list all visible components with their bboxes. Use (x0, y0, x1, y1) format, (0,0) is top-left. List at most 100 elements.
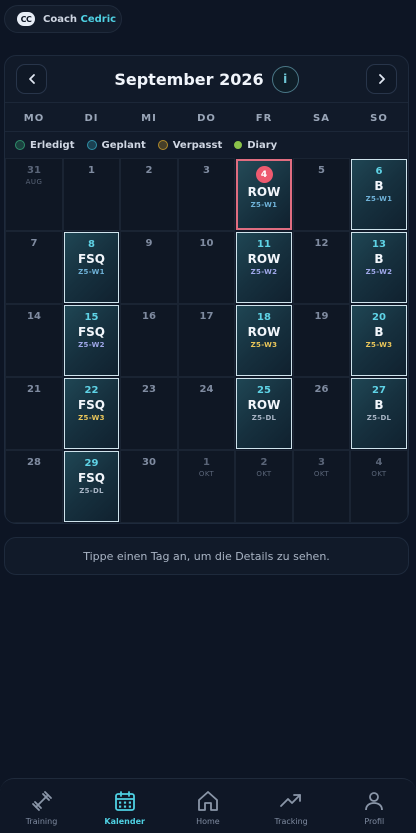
day-number: 6 (375, 166, 383, 177)
day-cell[interactable]: 9 (120, 231, 178, 304)
workout-zone: Z5-DL (251, 414, 277, 423)
day-number: 7 (30, 238, 38, 249)
day-cell[interactable]: 4 ROW Z5-W1 (236, 159, 292, 230)
day-number: 3 (203, 165, 210, 176)
info-button[interactable]: i (271, 65, 299, 93)
calendar-card: September 2026 i MO DI MI DO FR SA SO Erledigt… (4, 55, 409, 524)
user-icon (362, 789, 386, 813)
day-cell[interactable]: 11 ROW Z5-W2 (236, 232, 292, 303)
workout-name: ROW (247, 185, 281, 199)
workout-name: FSQ (77, 471, 106, 485)
nav-tab-label: Home (196, 817, 220, 826)
day-cell[interactable]: 21 (5, 377, 63, 450)
day-cell[interactable]: 28 (5, 450, 63, 523)
nav-tab-tracking[interactable]: Tracking (250, 779, 333, 833)
legend-label: Erledigt (30, 139, 75, 151)
day-cell[interactable]: 6 B Z5-W1 (351, 159, 407, 230)
workout-name: B (374, 325, 384, 339)
calendar-header: September 2026 i (5, 56, 408, 102)
day-cell[interactable]: 1 (63, 158, 120, 231)
day-cell[interactable]: 12 (293, 231, 350, 304)
legend-dot-icon (234, 141, 243, 149)
day-cell[interactable]: 15 FSQ Z5-W2 (64, 305, 119, 376)
workout-name: FSQ (77, 325, 106, 339)
nav-tab-training[interactable]: Training (0, 779, 83, 833)
day-number: 4 (375, 457, 383, 468)
day-cell[interactable]: 25 ROW Z5-DL (236, 378, 292, 449)
prev-month-button[interactable] (16, 64, 47, 94)
month-title: September 2026 (114, 69, 264, 89)
day-cell[interactable]: 16 (120, 304, 178, 377)
workout-zone: Z5-W2 (78, 341, 105, 350)
day-cell[interactable]: 30 (120, 450, 178, 523)
day-cell[interactable]: 17 (178, 304, 235, 377)
nav-tab-profil[interactable]: Profil (333, 779, 416, 833)
day-number: 17 (199, 311, 214, 322)
day-number: 27 (372, 385, 386, 396)
day-cell[interactable]: 18 ROW Z5-W3 (236, 305, 292, 376)
dumbbell-icon (30, 789, 54, 813)
day-number: 20 (372, 312, 386, 323)
day-cell[interactable]: 29 FSQ Z5-DL (64, 451, 119, 522)
day-cell[interactable]: 5 (293, 158, 350, 231)
nav-tab-kalender[interactable]: Kalender (83, 779, 166, 833)
nav-tab-label: Tracking (274, 817, 308, 826)
weekday-header: MO DI MI DO FR SA SO (5, 102, 408, 132)
day-cell[interactable]: 31 AUG (5, 158, 63, 231)
workout-zone: Z5-W1 (365, 195, 393, 204)
day-cell[interactable]: 3 (178, 158, 235, 231)
workout-zone: Z5-W3 (250, 341, 278, 350)
workout-zone: Z5-DL (79, 487, 104, 496)
workout-zone: Z5-W3 (365, 341, 393, 350)
day-cell[interactable]: 4 OKT (350, 450, 408, 523)
day-cell[interactable]: 13 B Z5-W2 (351, 232, 407, 303)
workout-zone: Z5-W2 (250, 268, 278, 277)
month-abbrev: OKT (198, 470, 215, 478)
weekday-label: MO (23, 112, 45, 124)
day-number: 31 (27, 165, 41, 176)
coach-name: Cedric (80, 13, 117, 25)
workout-name: B (374, 252, 384, 266)
workout-zone: Z5-DL (366, 414, 392, 423)
legend-item: Geplant (86, 140, 146, 151)
nav-tab-label: Training (25, 817, 58, 826)
nav-tab-home[interactable]: Home (166, 779, 249, 833)
day-number: 24 (199, 384, 214, 395)
coach-badge[interactable]: CC Coach Cedric (4, 5, 122, 33)
workout-name: ROW (247, 325, 281, 339)
month-abbrev: OKT (371, 470, 387, 478)
weekday-label: SO (370, 112, 388, 124)
day-cell[interactable]: 7 (5, 231, 63, 304)
next-month-button[interactable] (366, 64, 397, 94)
day-cell[interactable]: 2 (120, 158, 178, 231)
weekday-label: FR (255, 112, 273, 124)
legend-item: Erledigt (15, 140, 75, 151)
day-cell[interactable]: 27 B Z5-DL (351, 378, 407, 449)
day-number: 22 (84, 385, 99, 396)
day-cell[interactable]: 8 FSQ Z5-W1 (64, 232, 119, 303)
day-cell[interactable]: 20 B Z5-W3 (351, 305, 407, 376)
workout-zone: Z5-W1 (78, 268, 105, 277)
day-cell[interactable]: 19 (293, 304, 350, 377)
workout-name: ROW (247, 398, 281, 412)
coach-label: Coach Cedric (43, 14, 116, 25)
day-number: 30 (142, 457, 156, 468)
home-icon (196, 789, 220, 813)
day-cell[interactable]: 23 (120, 377, 178, 450)
day-cell[interactable]: 10 (178, 231, 235, 304)
day-number: 19 (314, 311, 329, 322)
day-cell[interactable]: 14 (5, 304, 63, 377)
day-number: 10 (199, 238, 214, 249)
weekday-label: DO (197, 112, 216, 124)
day-cell[interactable]: 1 OKT (178, 450, 235, 523)
bottom-navigation: Training Kalender Home Tracking Profil (0, 778, 416, 833)
day-cell[interactable]: 2 OKT (235, 450, 293, 523)
day-cell[interactable]: 24 (178, 377, 235, 450)
day-cell[interactable]: 22 FSQ Z5-W3 (64, 378, 119, 449)
day-number: 28 (27, 457, 41, 468)
workout-name: FSQ (77, 252, 106, 266)
day-number: 23 (142, 384, 156, 395)
day-cell[interactable]: 26 (293, 377, 350, 450)
day-cell[interactable]: 3 OKT (293, 450, 350, 523)
workout-zone: Z5-W2 (365, 268, 393, 277)
